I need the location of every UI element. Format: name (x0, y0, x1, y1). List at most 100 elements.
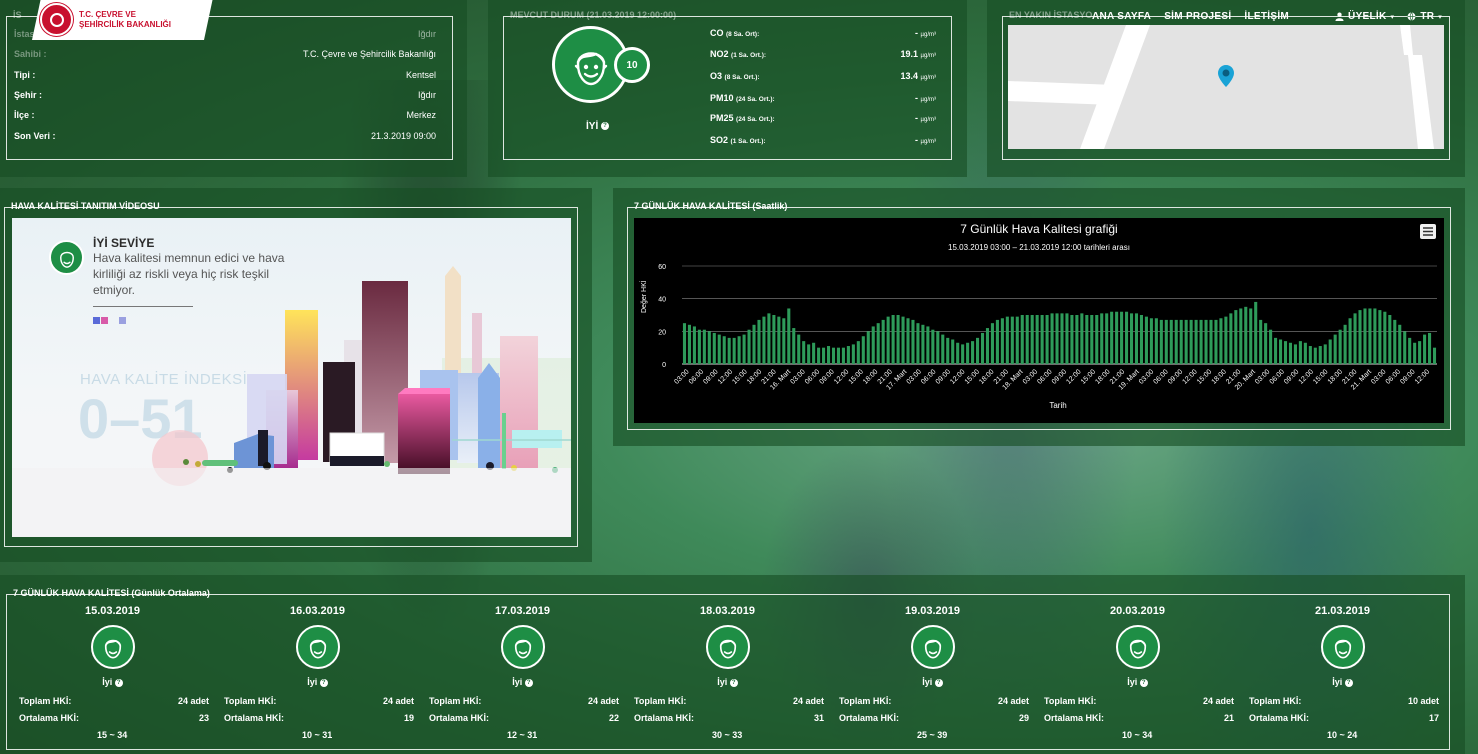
question-icon[interactable]: ? (319, 678, 328, 687)
chart-x-tick-label: 12:00 (949, 368, 966, 385)
daily-legend: 7 GÜNLÜK HAVA KALİTESİ (Günlük Ortalama) (13, 588, 210, 598)
chart-bar (1174, 319, 1178, 364)
chart-bar (742, 334, 746, 364)
hourly-chart[interactable]: 7 Günlük Hava Kalitesi grafiği 15.03.201… (634, 218, 1444, 423)
day-status[interactable]: İyi ? (1240, 677, 1445, 687)
chart-bar (1388, 315, 1392, 364)
day-status[interactable]: İyi ? (420, 677, 625, 687)
day-avg-row: Ortalama HKİ: 22 (429, 713, 619, 723)
chart-bar (757, 319, 761, 364)
nav-contact-link[interactable]: İLETİŞİM (1244, 11, 1289, 22)
chart-bar (1080, 313, 1084, 364)
chart-bar (861, 336, 865, 364)
chart-bar (1318, 346, 1322, 364)
question-icon[interactable]: ? (1139, 678, 1148, 687)
chart-bar (1159, 319, 1163, 364)
current-status-label[interactable]: İYİ ? (586, 121, 610, 132)
face-good-icon (296, 625, 340, 669)
chart-bar (712, 332, 716, 364)
day-card: 18.03.2019 İyi ? Toplam HKİ: 24 adet Orta… (625, 605, 830, 740)
chart-bar (1358, 310, 1362, 364)
chart-x-tick-label: 18:00 (1327, 368, 1344, 385)
day-card: 19.03.2019 İyi ? Toplam HKİ: 24 adet Orta… (830, 605, 1035, 740)
hourly-chart-legend: 7 GÜNLÜK HAVA KALİTESİ (Saatlik) (634, 201, 788, 211)
chart-bar (702, 329, 706, 364)
day-status[interactable]: İyi ? (10, 677, 215, 687)
chart-bar (1095, 315, 1099, 364)
ministry-logo[interactable]: T.C. ÇEVRE VE ŞEHİRCİLİK BAKANLIĞI (40, 3, 171, 36)
chart-x-tick-label: 06:00 (1385, 368, 1402, 385)
chart-bar (1274, 337, 1278, 364)
ministry-name: T.C. ÇEVRE VE ŞEHİRCİLİK BAKANLIĞI (79, 9, 171, 29)
chart-bar (1428, 332, 1432, 364)
station-owner-label: Sahibi : (14, 49, 47, 59)
chart-bar (1189, 319, 1193, 364)
chart-y-tick-label: 60 (658, 264, 666, 271)
day-status[interactable]: İyi ? (215, 677, 420, 687)
question-icon[interactable]: ? (524, 678, 533, 687)
chart-bar (1149, 318, 1153, 364)
chart-bar (1303, 342, 1307, 364)
chart-bar (1239, 308, 1243, 364)
chart-x-tick-label: 15:00 (731, 368, 748, 385)
chart-bar (1408, 337, 1412, 364)
question-icon[interactable]: ? (114, 678, 123, 687)
chart-bar (856, 341, 860, 364)
chart-bar (1244, 306, 1248, 364)
question-icon[interactable]: ? (729, 678, 738, 687)
chart-x-tick-label: 12:00 (1414, 368, 1431, 385)
station-map[interactable] (1008, 25, 1444, 149)
chart-bar (951, 339, 955, 364)
day-date: 19.03.2019 (904, 605, 961, 617)
chart-x-tick-label: 03:00 (673, 368, 690, 385)
day-status[interactable]: İyi ? (830, 677, 1035, 687)
chart-bar (871, 326, 875, 364)
chart-x-tick-label: 12:00 (1298, 368, 1315, 385)
chart-bar (787, 308, 791, 364)
chart-bar (1403, 331, 1407, 364)
chart-bar (866, 331, 870, 364)
day-card: 20.03.2019 İyi ? Toplam HKİ: 24 adet Orta… (1035, 605, 1240, 740)
day-total-row: Toplam HKİ: 24 adet (1044, 696, 1234, 706)
station-row-value: Merkez (406, 110, 436, 120)
nav-language-menu[interactable]: TR ▾ (1407, 11, 1442, 22)
chart-y-tick-label: 20 (658, 329, 666, 336)
chart-bar (717, 334, 721, 364)
chart-bar (971, 341, 975, 364)
day-status[interactable]: İyi ? (1035, 677, 1240, 687)
chart-bar (1020, 315, 1024, 364)
day-avg-row: Ortalama HKİ: 29 (839, 713, 1029, 723)
question-icon[interactable]: ? (601, 122, 610, 131)
chart-bar (836, 347, 841, 364)
chart-bar (1115, 311, 1119, 364)
day-card: 17.03.2019 İyi ? Toplam HKİ: 24 adet Orta… (420, 605, 625, 740)
intro-video[interactable]: İYİ SEVİYE Hava kalitesi memnun edici ve… (12, 218, 571, 537)
chart-x-tick-label: 06:00 (1036, 368, 1053, 385)
chart-bar (1199, 319, 1203, 364)
chart-bar (1338, 329, 1342, 364)
day-range: 25 ~ 39 (917, 730, 948, 740)
map-pin-icon[interactable] (1217, 64, 1235, 93)
day-date: 18.03.2019 (699, 605, 756, 617)
day-status[interactable]: İyi ? (625, 677, 830, 687)
chart-x-tick-label: 06:00 (1152, 368, 1169, 385)
chart-bar (1418, 341, 1422, 364)
face-good-icon (91, 625, 135, 669)
chart-x-tick-label: 12:00 (1065, 368, 1082, 385)
chart-bar (881, 319, 885, 364)
chart-bar (727, 337, 731, 364)
nav-home-link[interactable]: ANA SAYFA (1092, 11, 1151, 22)
chart-bar (990, 323, 994, 364)
station-row-label: Tipi : (14, 70, 36, 80)
chart-bar (732, 337, 736, 364)
question-icon[interactable]: ? (1344, 678, 1353, 687)
chart-x-tick-label: 03:00 (1254, 368, 1271, 385)
question-icon[interactable]: ? (934, 678, 943, 687)
station-row-value: Kentsel (405, 70, 436, 80)
chevron-down-icon: ▾ (1390, 13, 1395, 21)
station-owner-value: T.C. Çevre ve Şehircilik Bakanlığı (302, 49, 436, 59)
nav-member-menu[interactable]: ÜYELİK ▾ (1335, 11, 1394, 22)
chart-x-tick-label: 03:00 (1138, 368, 1155, 385)
chart-x-tick-label: 18:00 (862, 368, 879, 385)
nav-sim-link[interactable]: SİM PROJESİ (1164, 11, 1231, 22)
